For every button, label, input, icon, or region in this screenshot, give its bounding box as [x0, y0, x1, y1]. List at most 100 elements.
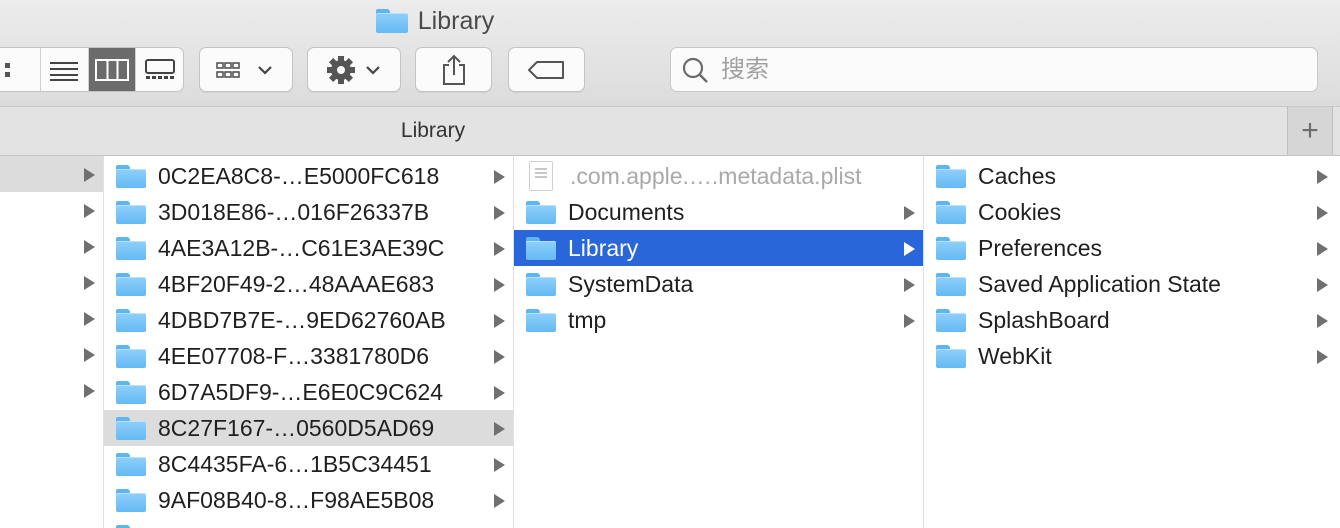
folder-icon [526, 200, 556, 224]
list-item[interactable] [0, 228, 103, 264]
list-item[interactable]: .com.apple.….metadata.plist [514, 158, 923, 194]
folder-icon [116, 272, 146, 296]
folder-icon [936, 164, 966, 188]
folder-icon [936, 308, 966, 332]
folder-icon [936, 344, 966, 368]
disclosure-arrow-icon [84, 312, 95, 326]
column-view-button[interactable] [88, 48, 137, 91]
folder-icon [526, 236, 556, 260]
disclosure-arrow-icon [1317, 278, 1328, 292]
disclosure-arrow-icon [494, 458, 505, 472]
list-item[interactable]: 4BF20F49-2…48AAAE683 [104, 266, 513, 302]
list-item[interactable]: SplashBoard [924, 302, 1336, 338]
folder-icon [936, 272, 966, 296]
disclosure-arrow-icon [1317, 206, 1328, 220]
column-1 [0, 156, 104, 528]
folder-icon [116, 236, 146, 260]
disclosure-arrow-icon [84, 276, 95, 290]
disclosure-arrow-icon [84, 348, 95, 362]
gallery-icon [144, 58, 175, 79]
disclosure-arrow-icon [84, 240, 95, 254]
disclosure-arrow-icon [84, 384, 95, 398]
disclosure-arrow-icon [84, 168, 95, 182]
list-item[interactable]: Preferences [924, 230, 1336, 266]
disclosure-arrow-icon [494, 386, 505, 400]
folder-icon [526, 308, 556, 332]
list-item[interactable]: 4AE3A12B-…C61E3AE39C [104, 230, 513, 266]
window-title: Library [0, 6, 870, 36]
list-item[interactable] [0, 300, 103, 336]
folder-icon [116, 200, 146, 224]
list-item[interactable]: Caches [924, 158, 1336, 194]
list-item[interactable]: 8C4435FA-6…1B5C34451 [104, 446, 513, 482]
folder-icon [936, 200, 966, 224]
list-item[interactable] [0, 192, 103, 228]
list-item[interactable]: Cookies [924, 194, 1336, 230]
list-item[interactable] [104, 518, 513, 528]
disclosure-arrow-icon [1317, 242, 1328, 256]
list-item[interactable]: 6D7A5DF9-…E6E0C9C624 [104, 374, 513, 410]
share-button[interactable] [415, 47, 492, 92]
search-field[interactable] [670, 47, 1318, 92]
list-item[interactable] [0, 156, 103, 192]
column-3: .com.apple.….metadata.plist Documents Li… [514, 156, 924, 528]
list-item[interactable]: tmp [514, 302, 923, 338]
folder-icon [375, 9, 408, 33]
icon-view-button[interactable] [0, 48, 41, 91]
disclosure-arrow-icon [494, 278, 505, 292]
tag-icon [527, 60, 564, 79]
window-title-text: Library [417, 6, 495, 35]
action-button[interactable] [307, 47, 401, 92]
list-item-selected[interactable]: Library [514, 230, 923, 266]
group-grid-icon [216, 61, 272, 78]
list-view-button[interactable] [41, 48, 89, 91]
list-item[interactable]: 9AF08B40-8…F98AE5B08 [104, 482, 513, 518]
folder-icon [116, 164, 146, 188]
tab-bar: Library + [0, 107, 1340, 156]
column-browser: 0C2EA8C8-…E5000FC618 3D018E86-…016F26337… [0, 156, 1340, 528]
disclosure-arrow-icon [84, 204, 95, 218]
list-item[interactable] [0, 336, 103, 372]
list-item-selected[interactable]: 8C27F167-…0560D5AD69 [104, 410, 513, 446]
disclosure-arrow-icon [1317, 350, 1328, 364]
folder-icon [116, 380, 146, 404]
folder-icon [116, 452, 146, 476]
list-item[interactable]: Saved Application State [924, 266, 1336, 302]
disclosure-arrow-icon [494, 242, 505, 256]
disclosure-arrow-icon [494, 422, 505, 436]
disclosure-arrow-icon [904, 206, 915, 220]
column-2: 0C2EA8C8-…E5000FC618 3D018E86-…016F26337… [104, 156, 514, 528]
disclosure-arrow-icon [494, 494, 505, 508]
folder-icon [526, 272, 556, 296]
folder-icon [116, 308, 146, 332]
list-item[interactable]: 4DBD7B7E-…9ED62760AB [104, 302, 513, 338]
search-input[interactable] [719, 54, 1303, 85]
folder-icon [936, 236, 966, 260]
disclosure-arrow-icon [494, 350, 505, 364]
tags-button[interactable] [508, 47, 585, 92]
icon-grid-icon [5, 62, 11, 77]
disclosure-arrow-icon [494, 170, 505, 184]
window-toolbar: Library [0, 0, 1340, 107]
list-item[interactable]: Documents [514, 194, 923, 230]
list-item[interactable]: 3D018E86-…016F26337B [104, 194, 513, 230]
list-item[interactable] [0, 264, 103, 300]
list-item[interactable] [0, 372, 103, 408]
view-mode-control [0, 47, 184, 92]
folder-icon [116, 488, 146, 512]
plist-file-icon [529, 161, 553, 191]
disclosure-arrow-icon [494, 314, 505, 328]
add-tab-button[interactable]: + [1287, 107, 1333, 155]
disclosure-arrow-icon [904, 278, 915, 292]
folder-icon [116, 344, 146, 368]
list-item[interactable]: 4EE07708-F…3381780D6 [104, 338, 513, 374]
list-icon [50, 61, 79, 81]
list-item[interactable]: WebKit [924, 338, 1336, 374]
disclosure-arrow-icon [904, 242, 915, 256]
gallery-view-button[interactable] [136, 48, 183, 91]
tab-library[interactable]: Library [0, 107, 866, 155]
list-item[interactable]: 0C2EA8C8-…E5000FC618 [104, 158, 513, 194]
group-by-button[interactable] [199, 47, 293, 92]
gear-icon [327, 55, 380, 84]
list-item[interactable]: SystemData [514, 266, 923, 302]
